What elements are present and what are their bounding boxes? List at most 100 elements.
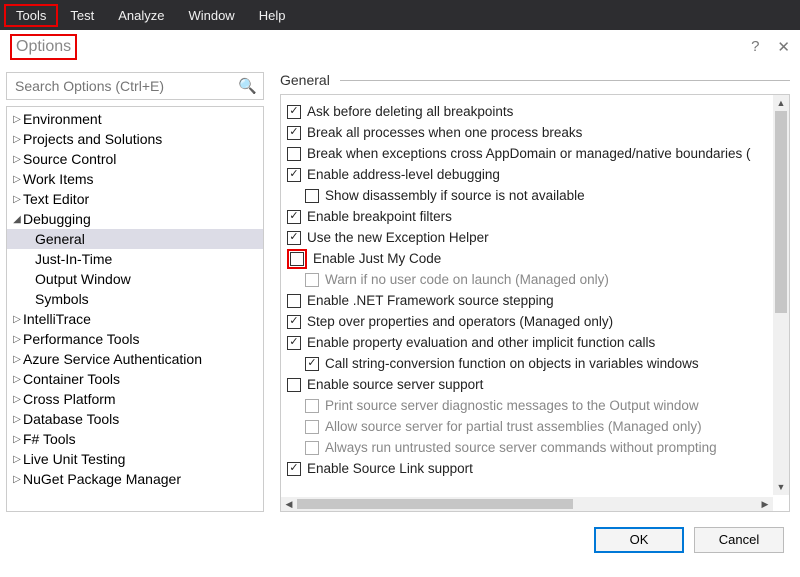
tree-item-label: Debugging xyxy=(23,211,91,227)
checkbox[interactable] xyxy=(287,336,301,350)
option-label: Show disassembly if source is not availa… xyxy=(325,188,585,203)
checkbox[interactable] xyxy=(287,168,301,182)
help-icon[interactable]: ? xyxy=(751,38,759,56)
chevron-right-icon[interactable]: ▷ xyxy=(11,154,23,165)
search-icon[interactable]: 🔍 xyxy=(238,77,257,95)
option-label: Allow source server for partial trust as… xyxy=(325,419,702,434)
chevron-right-icon[interactable]: ▷ xyxy=(11,194,23,205)
chevron-right-icon[interactable]: ▷ xyxy=(11,134,23,145)
option-label: Enable Source Link support xyxy=(307,461,473,476)
tree-item[interactable]: ◢Debugging xyxy=(7,209,263,229)
horizontal-scrollbar[interactable]: ◀ ▶ xyxy=(281,497,773,511)
scroll-left-icon[interactable]: ◀ xyxy=(281,497,297,511)
checkbox xyxy=(305,420,319,434)
tree-item[interactable]: ▷Text Editor xyxy=(7,189,263,209)
highlighted-checkbox xyxy=(287,249,307,269)
chevron-right-icon[interactable]: ▷ xyxy=(11,174,23,185)
option-row: Show disassembly if source is not availa… xyxy=(287,185,785,206)
hscroll-thumb[interactable] xyxy=(297,499,573,509)
option-label: Call string-conversion function on objec… xyxy=(325,356,699,371)
scroll-thumb[interactable] xyxy=(775,111,787,313)
chevron-right-icon[interactable]: ▷ xyxy=(11,374,23,385)
checkbox[interactable] xyxy=(287,315,301,329)
tree-item[interactable]: ▷Environment xyxy=(7,109,263,129)
close-icon[interactable]: ✕ xyxy=(777,38,790,56)
tree-item[interactable]: ▷Performance Tools xyxy=(7,329,263,349)
tree-item[interactable]: ▷Source Control xyxy=(7,149,263,169)
options-tree[interactable]: ▷Environment▷Projects and Solutions▷Sour… xyxy=(6,106,264,512)
checkbox[interactable] xyxy=(287,231,301,245)
checkbox[interactable] xyxy=(287,378,301,392)
option-row: Enable .NET Framework source stepping xyxy=(287,290,785,311)
scroll-down-icon[interactable]: ▼ xyxy=(773,479,789,495)
chevron-down-icon[interactable]: ◢ xyxy=(11,214,23,225)
tree-item[interactable]: ▷NuGet Package Manager xyxy=(7,469,263,489)
menu-test[interactable]: Test xyxy=(58,4,106,27)
options-panel: Ask before deleting all breakpointsBreak… xyxy=(280,94,790,512)
tree-item[interactable]: ▷IntelliTrace xyxy=(7,309,263,329)
chevron-right-icon[interactable]: ▷ xyxy=(11,114,23,125)
option-label: Use the new Exception Helper xyxy=(307,230,489,245)
tree-item-child[interactable]: Output Window xyxy=(7,269,263,289)
tree-item-child[interactable]: Just-In-Time xyxy=(7,249,263,269)
menubar: Tools Test Analyze Window Help xyxy=(0,0,800,30)
option-row: Warn if no user code on launch (Managed … xyxy=(287,269,785,290)
tree-item[interactable]: ▷Azure Service Authentication xyxy=(7,349,263,369)
tree-item-label: Azure Service Authentication xyxy=(23,351,202,367)
chevron-right-icon[interactable]: ▷ xyxy=(11,414,23,425)
menu-analyze[interactable]: Analyze xyxy=(106,4,176,27)
checkbox[interactable] xyxy=(287,147,301,161)
option-row: Enable property evaluation and other imp… xyxy=(287,332,785,353)
scroll-up-icon[interactable]: ▲ xyxy=(773,95,789,111)
chevron-right-icon[interactable]: ▷ xyxy=(11,434,23,445)
vertical-scrollbar[interactable]: ▲ ▼ xyxy=(773,95,789,495)
chevron-right-icon[interactable]: ▷ xyxy=(11,454,23,465)
menu-window[interactable]: Window xyxy=(176,4,246,27)
chevron-right-icon[interactable]: ▷ xyxy=(11,394,23,405)
tree-item[interactable]: ▷Work Items xyxy=(7,169,263,189)
tree-item[interactable]: ▷Cross Platform xyxy=(7,389,263,409)
checkbox[interactable] xyxy=(287,462,301,476)
tree-item[interactable]: ▷Live Unit Testing xyxy=(7,449,263,469)
chevron-right-icon[interactable]: ▷ xyxy=(11,474,23,485)
section-title: General xyxy=(280,72,330,88)
option-row: Enable breakpoint filters xyxy=(287,206,785,227)
tree-item-child[interactable]: Symbols xyxy=(7,289,263,309)
tree-item[interactable]: ▷Projects and Solutions xyxy=(7,129,263,149)
chevron-right-icon[interactable]: ▷ xyxy=(11,334,23,345)
tree-item-label: Live Unit Testing xyxy=(23,451,125,467)
option-label: Break when exceptions cross AppDomain or… xyxy=(307,146,751,161)
dialog-title: Options xyxy=(10,34,77,60)
scroll-right-icon[interactable]: ▶ xyxy=(757,497,773,511)
option-row: Enable source server support xyxy=(287,374,785,395)
checkbox xyxy=(305,441,319,455)
option-label: Enable address-level debugging xyxy=(307,167,500,182)
search-input[interactable] xyxy=(13,77,238,95)
ok-button[interactable]: OK xyxy=(594,527,684,553)
checkbox[interactable] xyxy=(287,126,301,140)
tree-item-label: Work Items xyxy=(23,171,94,187)
tree-item[interactable]: ▷Container Tools xyxy=(7,369,263,389)
checkbox[interactable] xyxy=(305,189,319,203)
tree-item-label: Performance Tools xyxy=(23,331,139,347)
checkbox[interactable] xyxy=(287,294,301,308)
option-row: Enable address-level debugging xyxy=(287,164,785,185)
tree-item-child[interactable]: General xyxy=(7,229,263,249)
chevron-right-icon[interactable]: ▷ xyxy=(11,354,23,365)
checkbox[interactable] xyxy=(287,210,301,224)
checkbox[interactable] xyxy=(305,357,319,371)
tree-item[interactable]: ▷Database Tools xyxy=(7,409,263,429)
search-box[interactable]: 🔍 xyxy=(6,72,264,100)
option-label: Always run untrusted source server comma… xyxy=(325,440,717,455)
tree-item-label: NuGet Package Manager xyxy=(23,471,181,487)
option-label: Print source server diagnostic messages … xyxy=(325,398,699,413)
cancel-button[interactable]: Cancel xyxy=(694,527,784,553)
tree-item[interactable]: ▷F# Tools xyxy=(7,429,263,449)
checkbox[interactable] xyxy=(287,105,301,119)
menu-help[interactable]: Help xyxy=(247,4,298,27)
menu-tools[interactable]: Tools xyxy=(4,4,58,27)
option-row: Use the new Exception Helper xyxy=(287,227,785,248)
option-label: Enable property evaluation and other imp… xyxy=(307,335,655,350)
chevron-right-icon[interactable]: ▷ xyxy=(11,314,23,325)
checkbox[interactable] xyxy=(290,252,304,266)
